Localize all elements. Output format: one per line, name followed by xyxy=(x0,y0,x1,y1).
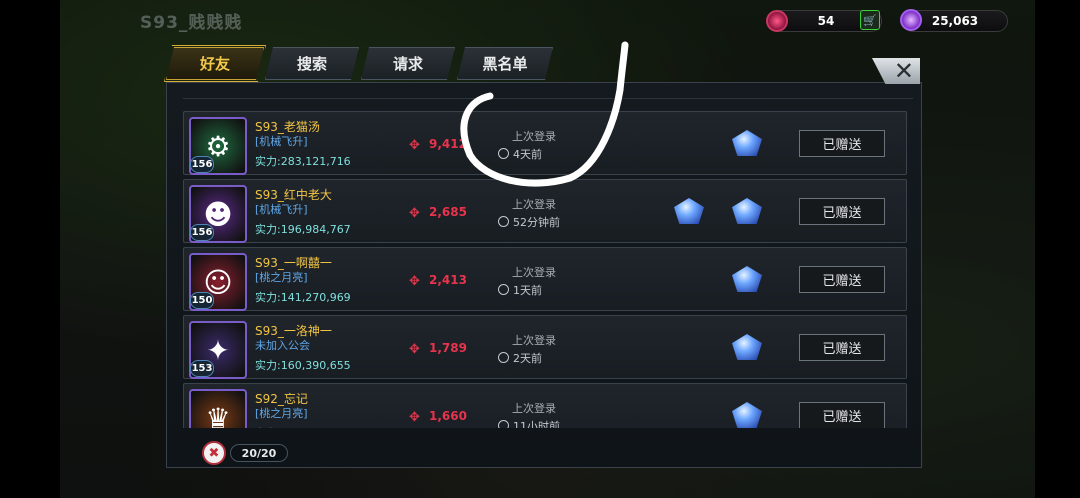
last-login-label: 上次登录 xyxy=(512,266,556,279)
friendship-points: 2,685 xyxy=(429,205,467,219)
diamond-gift-icon[interactable] xyxy=(732,130,762,156)
tab-friends[interactable]: 好友 xyxy=(166,47,264,80)
last-login-time: 1天前 xyxy=(498,282,542,298)
guild-name: 未加入公会 xyxy=(255,339,310,352)
guild-name: [机械飞升] xyxy=(255,203,308,216)
diamond-gift-icon[interactable] xyxy=(674,198,704,224)
friend-row[interactable]: ✦ 153 S93_一洛神一 未加入公会 实力:160,390,655 ✥ 1,789 上次登… xyxy=(183,315,907,379)
friendship-points: 1,789 xyxy=(429,341,467,355)
guild-name: [机械飞升] xyxy=(255,135,308,148)
power-value: 实力:141,270,969 xyxy=(255,291,351,304)
gifted-button[interactable]: 已赠送 xyxy=(799,266,885,293)
tab-blacklist[interactable]: 黑名单 xyxy=(457,47,553,80)
points-icon: ✥ xyxy=(409,410,420,425)
last-login-label: 上次登录 xyxy=(512,334,556,347)
friendship-points: 1,660 xyxy=(429,409,467,423)
level-badge: 156 xyxy=(190,224,214,241)
tab-search[interactable]: 搜索 xyxy=(265,47,359,80)
diamond-gift-icon[interactable] xyxy=(732,198,762,224)
last-login-label: 上次登录 xyxy=(512,198,556,211)
crystal-icon xyxy=(900,9,922,31)
tab-requests[interactable]: 请求 xyxy=(361,47,455,80)
power-value: 实力:123,000,000 xyxy=(255,425,351,428)
friends-list[interactable]: ⚙ 156 S93_老猫汤 [机械飞升] 实力:283,121,716 ✥ 9,412 上次登… xyxy=(183,98,913,428)
friendship-points: 2,413 xyxy=(429,273,467,287)
gifted-button[interactable]: 已赠送 xyxy=(799,130,885,157)
shop-cart-icon[interactable]: 🛒 xyxy=(860,10,880,30)
clock-icon xyxy=(498,148,509,159)
friend-row[interactable]: ☺ 150 S93_一啊囍一 [桃之月亮] 实力:141,270,969 ✥ 2,413 上次… xyxy=(183,247,907,311)
friend-row[interactable]: ⚙ 156 S93_老猫汤 [机械飞升] 实力:283,121,716 ✥ 9,412 上次登… xyxy=(183,111,907,175)
last-login-time: 2天前 xyxy=(498,350,542,366)
power-value: 实力:160,390,655 xyxy=(255,359,351,372)
points-icon: ✥ xyxy=(409,138,420,153)
level-badge: 150 xyxy=(190,292,214,309)
friend-row[interactable]: ♛150S92_忘记[桃之月亮]实力:123,000,000✥1,660上次登录… xyxy=(183,383,907,428)
remove-friend-icon[interactable]: ✖ xyxy=(202,441,226,465)
level-badge: 153 xyxy=(190,360,214,377)
clock-icon xyxy=(498,352,509,363)
points-icon: ✥ xyxy=(409,274,420,289)
clock-icon xyxy=(498,420,509,428)
clock-icon xyxy=(498,284,509,295)
points-icon: ✥ xyxy=(409,206,420,221)
friendship-points: 9,412 xyxy=(429,137,467,151)
background-player-name: S93_贱贱贱 xyxy=(140,13,243,33)
portrait-icon: ♛ xyxy=(205,401,231,429)
power-value: 实力:196,984,767 xyxy=(255,223,351,236)
last-login-label: 上次登录 xyxy=(512,402,556,415)
level-badge: 156 xyxy=(190,156,214,173)
diamond-gift-icon[interactable] xyxy=(732,334,762,360)
friend-count: 20/20 xyxy=(230,444,288,462)
gifted-button[interactable]: 已赠送 xyxy=(799,402,885,428)
gem-icon xyxy=(766,10,788,32)
avatar[interactable]: ♛ xyxy=(189,389,247,428)
last-login-label: 上次登录 xyxy=(512,130,556,143)
points-icon: ✥ xyxy=(409,342,420,357)
gifted-button[interactable]: 已赠送 xyxy=(799,198,885,225)
diamond-gift-icon[interactable] xyxy=(732,402,762,428)
last-login-time: 52分钟前 xyxy=(498,214,560,230)
guild-name: [桃之月亮] xyxy=(255,271,308,284)
friend-row[interactable]: ☻ 156 S93_红中老大 [机械飞升] 实力:196,984,767 ✥ 2,685 上次… xyxy=(183,179,907,243)
guild-name: [桃之月亮] xyxy=(255,407,308,420)
last-login-time: 11小时前 xyxy=(498,418,560,428)
last-login-time: 4天前 xyxy=(498,146,542,162)
gifted-button[interactable]: 已赠送 xyxy=(799,334,885,361)
power-value: 实力:283,121,716 xyxy=(255,155,351,168)
diamond-gift-icon[interactable] xyxy=(732,266,762,292)
clock-icon xyxy=(498,216,509,227)
